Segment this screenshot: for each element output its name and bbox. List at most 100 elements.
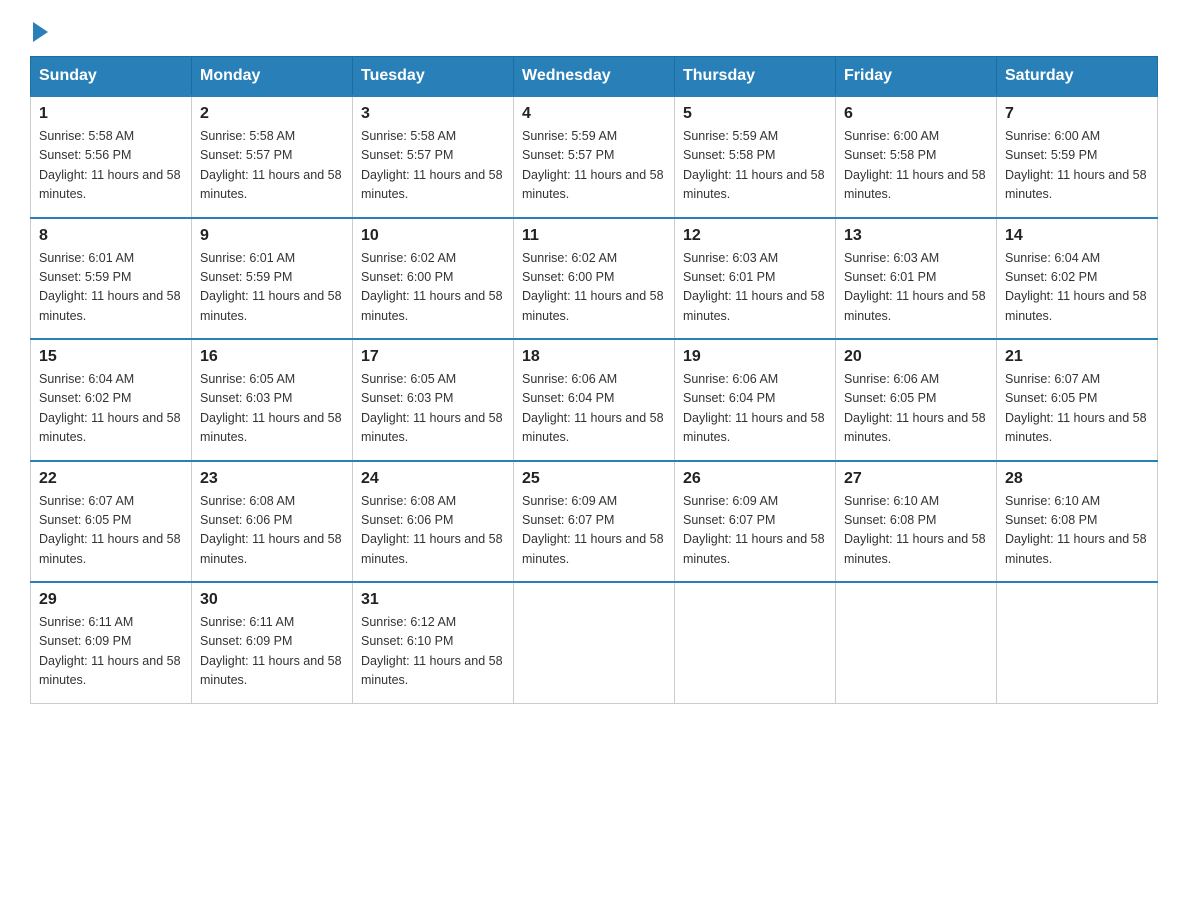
day-info: Sunrise: 5:58 AMSunset: 5:57 PMDaylight:… [361, 127, 505, 205]
day-info: Sunrise: 6:08 AMSunset: 6:06 PMDaylight:… [200, 492, 344, 570]
calendar-cell: 5Sunrise: 5:59 AMSunset: 5:58 PMDaylight… [675, 96, 836, 218]
day-info: Sunrise: 6:06 AMSunset: 6:04 PMDaylight:… [522, 370, 666, 448]
day-info: Sunrise: 6:01 AMSunset: 5:59 PMDaylight:… [200, 249, 344, 327]
day-number: 31 [361, 591, 505, 609]
calendar-cell: 14 Sunrise: 6:04 AMSunset: 6:02 PMDayligh… [997, 218, 1158, 340]
week-row-2: 8 Sunrise: 6:01 AMSunset: 5:59 PMDaylight… [31, 218, 1158, 340]
day-info: Sunrise: 6:09 AMSunset: 6:07 PMDaylight:… [522, 492, 666, 570]
calendar-cell: 6 Sunrise: 6:00 AMSunset: 5:58 PMDaylight… [836, 96, 997, 218]
calendar-cell: 3 Sunrise: 5:58 AMSunset: 5:57 PMDaylight… [353, 96, 514, 218]
calendar-cell: 28 Sunrise: 6:10 AMSunset: 6:08 PMDayligh… [997, 461, 1158, 583]
day-number: 9 [200, 227, 344, 245]
day-info: Sunrise: 6:06 AMSunset: 6:05 PMDaylight:… [844, 370, 988, 448]
calendar-cell: 20 Sunrise: 6:06 AMSunset: 6:05 PMDayligh… [836, 339, 997, 461]
calendar-cell: 15 Sunrise: 6:04 AMSunset: 6:02 PMDayligh… [31, 339, 192, 461]
calendar-cell: 16 Sunrise: 6:05 AMSunset: 6:03 PMDayligh… [192, 339, 353, 461]
day-info: Sunrise: 6:10 AMSunset: 6:08 PMDaylight:… [844, 492, 988, 570]
day-number: 10 [361, 227, 505, 245]
day-number: 24 [361, 470, 505, 488]
calendar-cell [675, 582, 836, 703]
calendar-cell: 11 Sunrise: 6:02 AMSunset: 6:00 PMDayligh… [514, 218, 675, 340]
header-monday: Monday [192, 57, 353, 97]
calendar-cell: 13 Sunrise: 6:03 AMSunset: 6:01 PMDayligh… [836, 218, 997, 340]
calendar-cell: 25 Sunrise: 6:09 AMSunset: 6:07 PMDayligh… [514, 461, 675, 583]
day-info: Sunrise: 6:03 AMSunset: 6:01 PMDaylight:… [844, 249, 988, 327]
week-row-5: 29 Sunrise: 6:11 AMSunset: 6:09 PMDayligh… [31, 582, 1158, 703]
day-info: Sunrise: 6:07 AMSunset: 6:05 PMDaylight:… [1005, 370, 1149, 448]
day-info: Sunrise: 6:11 AMSunset: 6:09 PMDaylight:… [39, 613, 183, 691]
day-number: 21 [1005, 348, 1149, 366]
day-number: 11 [522, 227, 666, 245]
day-number: 13 [844, 227, 988, 245]
day-info: Sunrise: 6:04 AMSunset: 6:02 PMDaylight:… [39, 370, 183, 448]
calendar-cell: 7 Sunrise: 6:00 AMSunset: 5:59 PMDaylight… [997, 96, 1158, 218]
week-row-3: 15 Sunrise: 6:04 AMSunset: 6:02 PMDayligh… [31, 339, 1158, 461]
day-info: Sunrise: 6:03 AMSunset: 6:01 PMDaylight:… [683, 249, 827, 327]
day-info: Sunrise: 6:02 AMSunset: 6:00 PMDaylight:… [522, 249, 666, 327]
calendar-table: SundayMondayTuesdayWednesdayThursdayFrid… [30, 56, 1158, 704]
calendar-cell: 9 Sunrise: 6:01 AMSunset: 5:59 PMDaylight… [192, 218, 353, 340]
header-sunday: Sunday [31, 57, 192, 97]
day-number: 23 [200, 470, 344, 488]
day-number: 16 [200, 348, 344, 366]
calendar-cell [514, 582, 675, 703]
calendar-cell: 22Sunrise: 6:07 AMSunset: 6:05 PMDayligh… [31, 461, 192, 583]
header-tuesday: Tuesday [353, 57, 514, 97]
day-number: 27 [844, 470, 988, 488]
logo-arrow-icon [33, 22, 48, 42]
day-number: 3 [361, 105, 505, 123]
day-number: 4 [522, 105, 666, 123]
calendar-cell: 2Sunrise: 5:58 AMSunset: 5:57 PMDaylight… [192, 96, 353, 218]
day-number: 19 [683, 348, 827, 366]
calendar-cell [997, 582, 1158, 703]
calendar-cell: 23 Sunrise: 6:08 AMSunset: 6:06 PMDayligh… [192, 461, 353, 583]
logo [30, 20, 48, 38]
day-info: Sunrise: 6:11 AMSunset: 6:09 PMDaylight:… [200, 613, 344, 691]
day-info: Sunrise: 6:05 AMSunset: 6:03 PMDaylight:… [200, 370, 344, 448]
day-info: Sunrise: 6:04 AMSunset: 6:02 PMDaylight:… [1005, 249, 1149, 327]
day-info: Sunrise: 6:00 AMSunset: 5:59 PMDaylight:… [1005, 127, 1149, 205]
day-number: 6 [844, 105, 988, 123]
day-number: 8 [39, 227, 183, 245]
day-info: Sunrise: 6:10 AMSunset: 6:08 PMDaylight:… [1005, 492, 1149, 570]
calendar-cell: 1 Sunrise: 5:58 AMSunset: 5:56 PMDaylight… [31, 96, 192, 218]
day-info: Sunrise: 5:59 AMSunset: 5:57 PMDaylight:… [522, 127, 666, 205]
day-number: 29 [39, 591, 183, 609]
day-info: Sunrise: 6:09 AMSunset: 6:07 PMDaylight:… [683, 492, 827, 570]
day-info: Sunrise: 6:05 AMSunset: 6:03 PMDaylight:… [361, 370, 505, 448]
header-saturday: Saturday [997, 57, 1158, 97]
calendar-cell: 10 Sunrise: 6:02 AMSunset: 6:00 PMDayligh… [353, 218, 514, 340]
week-row-1: 1 Sunrise: 5:58 AMSunset: 5:56 PMDaylight… [31, 96, 1158, 218]
calendar-cell: 27 Sunrise: 6:10 AMSunset: 6:08 PMDayligh… [836, 461, 997, 583]
day-number: 2 [200, 105, 344, 123]
calendar-cell: 4 Sunrise: 5:59 AMSunset: 5:57 PMDaylight… [514, 96, 675, 218]
day-number: 22 [39, 470, 183, 488]
day-number: 25 [522, 470, 666, 488]
day-number: 5 [683, 105, 827, 123]
page-header [30, 20, 1158, 38]
day-info: Sunrise: 5:58 AMSunset: 5:56 PMDaylight:… [39, 127, 183, 205]
day-number: 26 [683, 470, 827, 488]
calendar-cell: 30 Sunrise: 6:11 AMSunset: 6:09 PMDayligh… [192, 582, 353, 703]
day-number: 7 [1005, 105, 1149, 123]
calendar-cell: 17 Sunrise: 6:05 AMSunset: 6:03 PMDayligh… [353, 339, 514, 461]
day-number: 15 [39, 348, 183, 366]
day-info: Sunrise: 6:12 AMSunset: 6:10 PMDaylight:… [361, 613, 505, 691]
calendar-cell: 26 Sunrise: 6:09 AMSunset: 6:07 PMDayligh… [675, 461, 836, 583]
calendar-cell: 21 Sunrise: 6:07 AMSunset: 6:05 PMDayligh… [997, 339, 1158, 461]
day-number: 28 [1005, 470, 1149, 488]
header-friday: Friday [836, 57, 997, 97]
calendar-cell: 31 Sunrise: 6:12 AMSunset: 6:10 PMDayligh… [353, 582, 514, 703]
day-number: 17 [361, 348, 505, 366]
calendar-cell: 29 Sunrise: 6:11 AMSunset: 6:09 PMDayligh… [31, 582, 192, 703]
day-number: 30 [200, 591, 344, 609]
day-number: 20 [844, 348, 988, 366]
day-info: Sunrise: 6:00 AMSunset: 5:58 PMDaylight:… [844, 127, 988, 205]
calendar-cell: 8Sunrise: 6:01 AMSunset: 5:59 PMDaylight… [31, 218, 192, 340]
day-info: Sunrise: 6:08 AMSunset: 6:06 PMDaylight:… [361, 492, 505, 570]
day-info: Sunrise: 6:02 AMSunset: 6:00 PMDaylight:… [361, 249, 505, 327]
day-number: 1 [39, 105, 183, 123]
day-number: 14 [1005, 227, 1149, 245]
calendar-cell: 18Sunrise: 6:06 AMSunset: 6:04 PMDayligh… [514, 339, 675, 461]
day-number: 12 [683, 227, 827, 245]
